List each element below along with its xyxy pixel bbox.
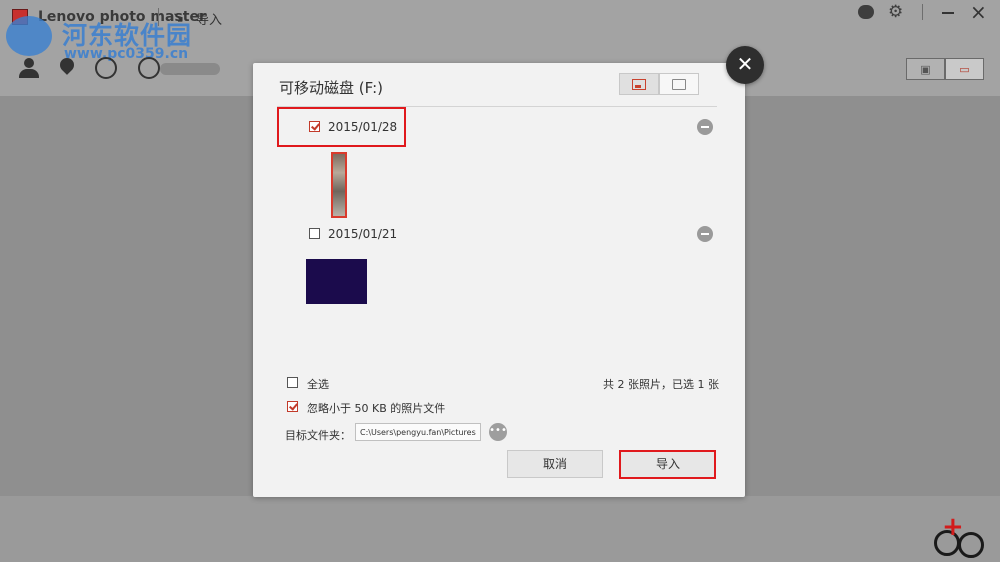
dialog-folder-view-button[interactable] bbox=[659, 73, 699, 95]
search-input[interactable] bbox=[160, 63, 220, 75]
gear-icon[interactable]: ⚙ bbox=[888, 2, 903, 22]
target-folder-field[interactable] bbox=[355, 423, 481, 441]
photo-thumbnail[interactable] bbox=[331, 152, 347, 218]
import-toolbar-button[interactable]: 导入 bbox=[196, 9, 222, 28]
select-all-checkbox[interactable] bbox=[287, 377, 298, 388]
dialog-divider bbox=[277, 106, 717, 107]
corner-badge-logo: + bbox=[934, 512, 986, 558]
window-controls-divider bbox=[922, 4, 923, 20]
ignore-small-files-label: 忽略小于 50 KB 的照片文件 bbox=[307, 402, 446, 415]
folder-icon bbox=[672, 78, 686, 90]
people-view-icon[interactable] bbox=[18, 58, 40, 80]
group-date-label: 2015/01/28 bbox=[328, 120, 398, 134]
photo-view-button[interactable]: ▣ bbox=[906, 58, 945, 80]
selection-count: 共 2 张照片，已选 1 张 bbox=[603, 378, 719, 391]
close-dialog-button[interactable]: ✕ bbox=[726, 46, 764, 84]
minimize-icon[interactable] bbox=[942, 12, 954, 14]
app-bottom-area bbox=[0, 496, 1000, 562]
dialog-title: 可移动磁盘 (F:) bbox=[279, 79, 383, 97]
photo-thumbnail[interactable] bbox=[306, 259, 367, 304]
feedback-icon[interactable] bbox=[858, 5, 874, 19]
browse-folder-button[interactable]: ••• bbox=[489, 423, 507, 441]
timeline-view-icon[interactable] bbox=[95, 57, 117, 79]
watermark-url: www.pc0359.cn bbox=[64, 46, 189, 62]
watermark-logo-icon bbox=[6, 16, 52, 56]
close-window-icon[interactable]: × bbox=[970, 0, 987, 24]
group-checkbox-2015-01-21[interactable] bbox=[309, 228, 320, 239]
import-button[interactable]: 导入 bbox=[620, 450, 716, 478]
dialog-photo-view-button[interactable] bbox=[619, 73, 659, 95]
view-mode-toggle: ▣ ▭ bbox=[906, 58, 984, 80]
import-dialog: 可移动磁盘 (F:) 2015/01/28 2015/01/21 全选 共 2 … bbox=[253, 63, 745, 497]
collapse-group-button[interactable] bbox=[697, 226, 713, 242]
search-icon[interactable] bbox=[138, 57, 160, 79]
select-all-label: 全选 bbox=[307, 378, 329, 391]
folder-view-button[interactable]: ▭ bbox=[945, 58, 984, 80]
cancel-button[interactable]: 取消 bbox=[507, 450, 603, 478]
target-folder-label: 目标文件夹： bbox=[285, 429, 351, 442]
dialog-view-toggle bbox=[619, 73, 699, 95]
collapse-group-button[interactable] bbox=[697, 119, 713, 135]
ignore-small-files-checkbox[interactable] bbox=[287, 401, 298, 412]
group-date-label: 2015/01/21 bbox=[328, 227, 398, 241]
group-checkbox-2015-01-28[interactable] bbox=[309, 121, 320, 132]
image-icon bbox=[632, 78, 646, 90]
